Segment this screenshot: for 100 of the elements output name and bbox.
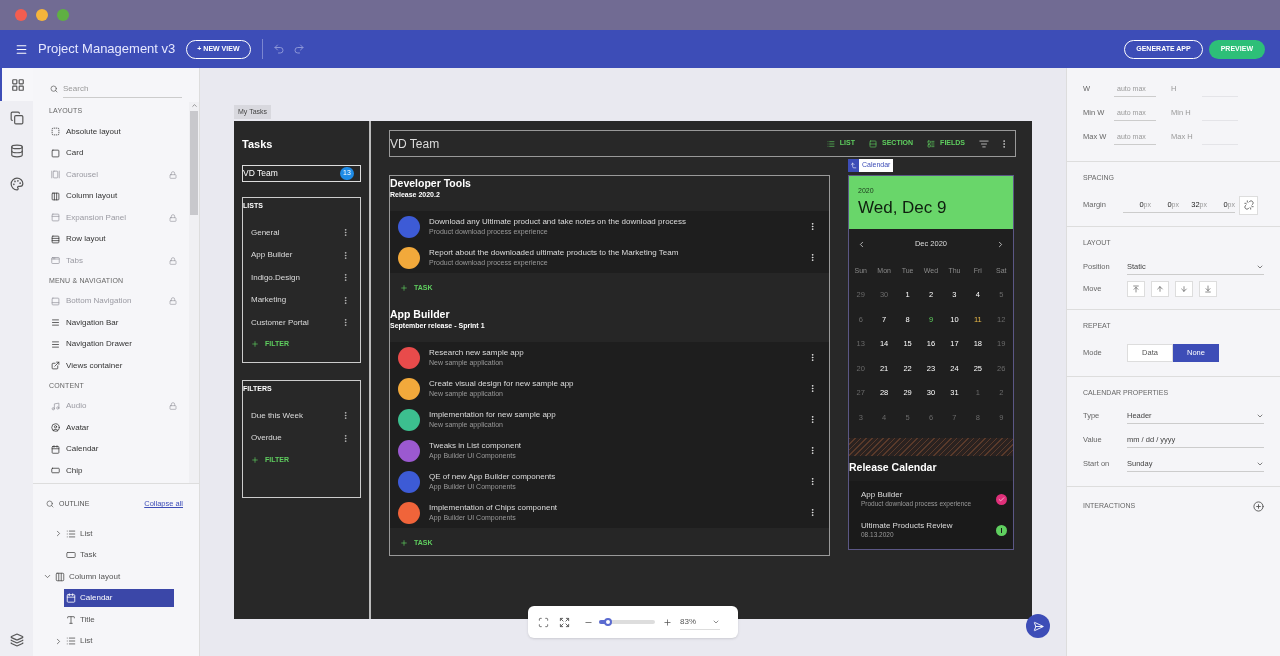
send-button[interactable] bbox=[1026, 614, 1050, 638]
more-icon[interactable] bbox=[808, 353, 817, 362]
menu-icon[interactable] bbox=[15, 42, 28, 56]
fit-screen-icon[interactable] bbox=[538, 616, 549, 628]
fields-icon bbox=[927, 139, 936, 148]
more-icon[interactable] bbox=[341, 228, 350, 238]
grid-icon bbox=[10, 77, 25, 92]
more-icon[interactable] bbox=[341, 250, 350, 260]
bottom-panel-icon bbox=[51, 296, 60, 306]
toolbox-item[interactable]: Column layout bbox=[33, 185, 189, 207]
arrow-up-icon bbox=[1156, 285, 1164, 293]
add-icon[interactable] bbox=[1253, 501, 1264, 512]
parent-arrow-icon[interactable] bbox=[850, 162, 857, 169]
outline-item[interactable]: List bbox=[64, 524, 95, 543]
toolbox-item[interactable]: Navigation Drawer bbox=[33, 333, 189, 355]
expand-icon[interactable] bbox=[559, 616, 570, 628]
release-item-title: Ultimate Products Review bbox=[861, 522, 954, 531]
more-icon[interactable] bbox=[808, 415, 817, 424]
sidebar-item[interactable]: Indigo.Design bbox=[243, 266, 360, 289]
tabs-icon bbox=[51, 256, 60, 266]
menu-icon bbox=[51, 339, 60, 349]
pages-icon bbox=[9, 110, 24, 125]
section-title: App Builder bbox=[390, 307, 451, 321]
toolbox-item[interactable]: Chip bbox=[33, 460, 189, 482]
more-icon[interactable] bbox=[341, 433, 350, 443]
sidebar-item[interactable]: Customer Portal bbox=[243, 311, 360, 334]
calendar-icon bbox=[51, 444, 60, 454]
more-icon[interactable] bbox=[808, 508, 817, 517]
scrollbar-thumb[interactable] bbox=[190, 111, 198, 215]
dashed-square-icon bbox=[51, 127, 60, 137]
lock-icon bbox=[169, 402, 177, 411]
toolbox-item[interactable]: Absolute layout bbox=[33, 121, 189, 143]
release-calendar-title: Release Calendar bbox=[849, 460, 938, 475]
lock-icon bbox=[169, 297, 177, 306]
unlink-icon bbox=[1243, 200, 1254, 210]
filter-icon[interactable] bbox=[979, 138, 989, 149]
next-month-icon[interactable] bbox=[996, 239, 1005, 249]
outline-item[interactable]: Title bbox=[64, 610, 97, 629]
search-icon bbox=[50, 84, 58, 93]
toolbox-item[interactable]: Row layout bbox=[33, 228, 189, 250]
rows-icon bbox=[51, 234, 60, 244]
section-title: Developer Tools bbox=[390, 176, 472, 190]
task-title: Download any Ultimate product and take notes on the download process bbox=[429, 218, 688, 226]
calendar-date: Wed, Dec 9 bbox=[858, 196, 948, 219]
list-icon bbox=[66, 528, 76, 539]
more-icon[interactable] bbox=[341, 411, 350, 421]
more-icon[interactable] bbox=[808, 253, 817, 262]
outline-item[interactable]: List bbox=[64, 632, 95, 651]
list-icon bbox=[826, 139, 835, 148]
task-title: Tweaks in List component bbox=[429, 442, 523, 450]
sidebar-title: Tasks bbox=[242, 137, 274, 152]
undo-icon[interactable] bbox=[272, 43, 285, 55]
outline-item[interactable]: Column layout bbox=[53, 567, 123, 586]
zoom-select[interactable]: 83% bbox=[680, 614, 720, 630]
toolbox-item[interactable]: Navigation Bar bbox=[33, 312, 189, 334]
palette-icon bbox=[9, 176, 24, 191]
more-icon[interactable] bbox=[808, 477, 817, 486]
layers-icon[interactable] bbox=[9, 632, 24, 647]
calendar-icon bbox=[66, 593, 76, 604]
app-title: Project Management v3 bbox=[38, 40, 176, 59]
more-icon[interactable] bbox=[808, 446, 817, 455]
carousel-icon bbox=[51, 170, 60, 180]
rail-tab[interactable] bbox=[0, 68, 33, 101]
sidebar-item[interactable]: App Builder bbox=[243, 244, 360, 267]
send-icon bbox=[1032, 620, 1044, 632]
sidebar-item[interactable]: Overdue bbox=[243, 427, 360, 450]
more-icon[interactable] bbox=[341, 295, 350, 305]
unlink-button[interactable] bbox=[1239, 195, 1258, 215]
more-icon[interactable] bbox=[341, 318, 350, 328]
plus-icon bbox=[251, 455, 259, 464]
outline-item[interactable]: Task bbox=[64, 546, 99, 565]
lock-icon bbox=[169, 256, 177, 265]
toolbox-item[interactable]: Calendar bbox=[33, 438, 189, 460]
lock-icon bbox=[169, 213, 177, 222]
redo-icon[interactable] bbox=[292, 43, 305, 55]
more-icon[interactable] bbox=[808, 222, 817, 231]
outline-item[interactable]: Calendar bbox=[64, 589, 174, 608]
more-icon[interactable] bbox=[808, 384, 817, 393]
search-icon[interactable] bbox=[46, 500, 54, 508]
arrow-to-top-icon bbox=[1132, 285, 1140, 293]
previous-month-icon[interactable] bbox=[857, 239, 866, 249]
more-icon[interactable] bbox=[341, 273, 350, 283]
plus-icon bbox=[400, 284, 408, 292]
sidebar-item[interactable]: General bbox=[243, 221, 360, 244]
toolbox-item[interactable]: Card bbox=[33, 142, 189, 164]
zoom-slider[interactable] bbox=[599, 620, 655, 624]
sidebar-item[interactable]: Marketing bbox=[243, 289, 360, 312]
search-field[interactable]: Search bbox=[63, 79, 182, 98]
avatar-icon bbox=[51, 423, 60, 433]
sidebar-item[interactable]: Due this Week bbox=[243, 404, 360, 427]
task-title: Create visual design for new sample app bbox=[429, 380, 575, 388]
plus-icon bbox=[400, 539, 408, 547]
window-arrow-icon bbox=[51, 361, 60, 371]
toolbox-item[interactable]: Views container bbox=[33, 355, 189, 377]
toolbox-item[interactable]: Avatar bbox=[33, 417, 189, 439]
task-title: QE of new App Builder components bbox=[429, 473, 557, 481]
header-title: VD Team bbox=[390, 135, 441, 153]
zoom-in-icon[interactable] bbox=[663, 617, 672, 627]
arrow-to-bottom-icon bbox=[1204, 285, 1212, 293]
card-icon bbox=[66, 550, 76, 561]
